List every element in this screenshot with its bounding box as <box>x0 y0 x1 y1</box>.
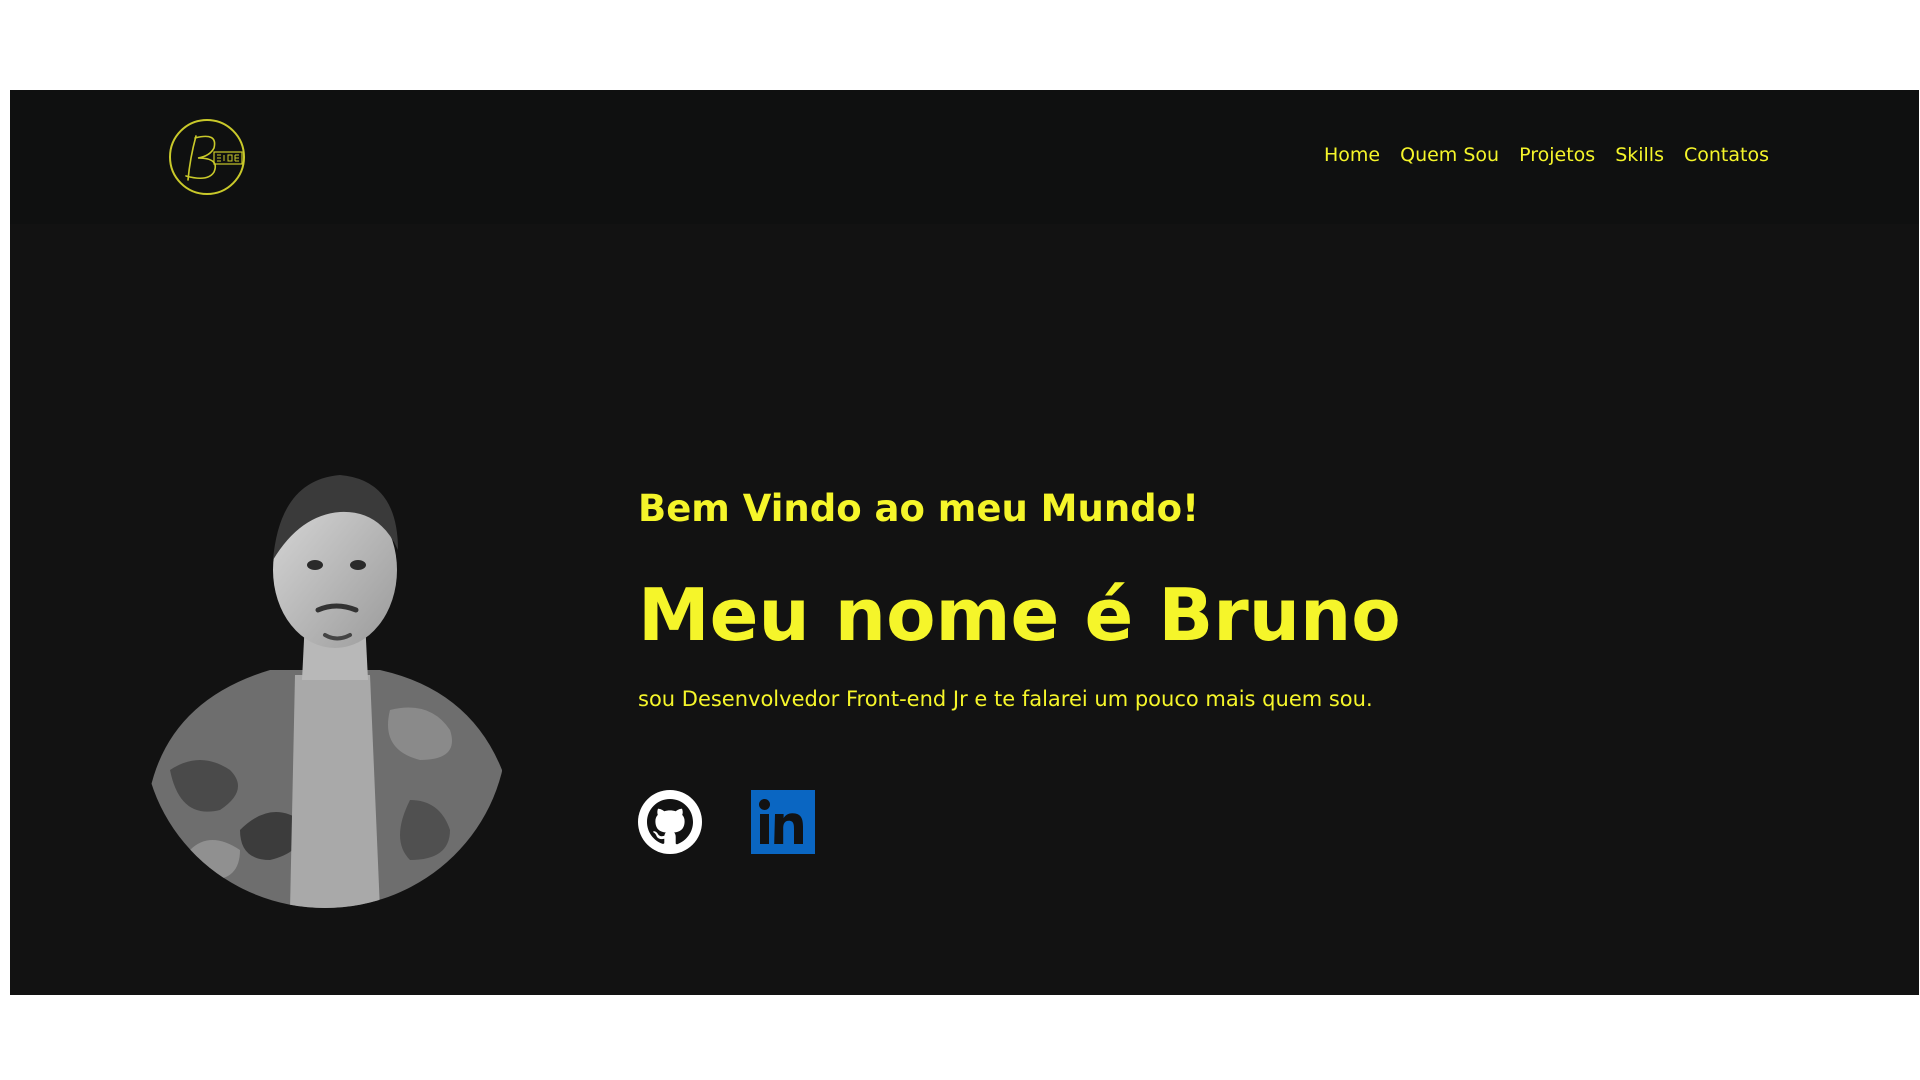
nav-item-skills: Skills <box>1615 142 1664 168</box>
hero-greeting: Bem Vindo ao meu Mundo! <box>638 487 1199 530</box>
linkedin-icon <box>751 790 815 854</box>
hero-tagline: sou Desenvolvedor Front-end Jr e te fala… <box>638 687 1373 711</box>
github-icon <box>638 790 702 854</box>
nav-link-quem-sou[interactable]: Quem Sou <box>1400 144 1499 166</box>
hero-name: Meu nome é Bruno <box>638 573 1401 657</box>
profile-photo-illustration <box>143 475 502 908</box>
nav-list: Home Quem Sou Projetos Skills Contatos <box>1324 142 1769 168</box>
nav-item-projetos: Projetos <box>1519 142 1595 168</box>
nav-link-projetos[interactable]: Projetos <box>1519 144 1595 166</box>
b-code-logo-icon <box>169 119 245 195</box>
logo[interactable] <box>168 118 246 196</box>
nav-link-skills[interactable]: Skills <box>1615 144 1664 166</box>
nav-link-home[interactable]: Home <box>1324 144 1380 166</box>
linkedin-link[interactable] <box>751 790 815 854</box>
nav-item-home: Home <box>1324 142 1380 168</box>
nav-item-contatos: Contatos <box>1684 142 1769 168</box>
site-container: Home Quem Sou Projetos Skills Contatos B… <box>10 90 1919 995</box>
profile-photo <box>130 470 510 910</box>
github-link[interactable] <box>638 790 702 854</box>
header: Home Quem Sou Projetos Skills Contatos <box>10 90 1919 224</box>
nav-link-contatos[interactable]: Contatos <box>1684 144 1769 166</box>
nav-item-quem-sou: Quem Sou <box>1400 142 1499 168</box>
